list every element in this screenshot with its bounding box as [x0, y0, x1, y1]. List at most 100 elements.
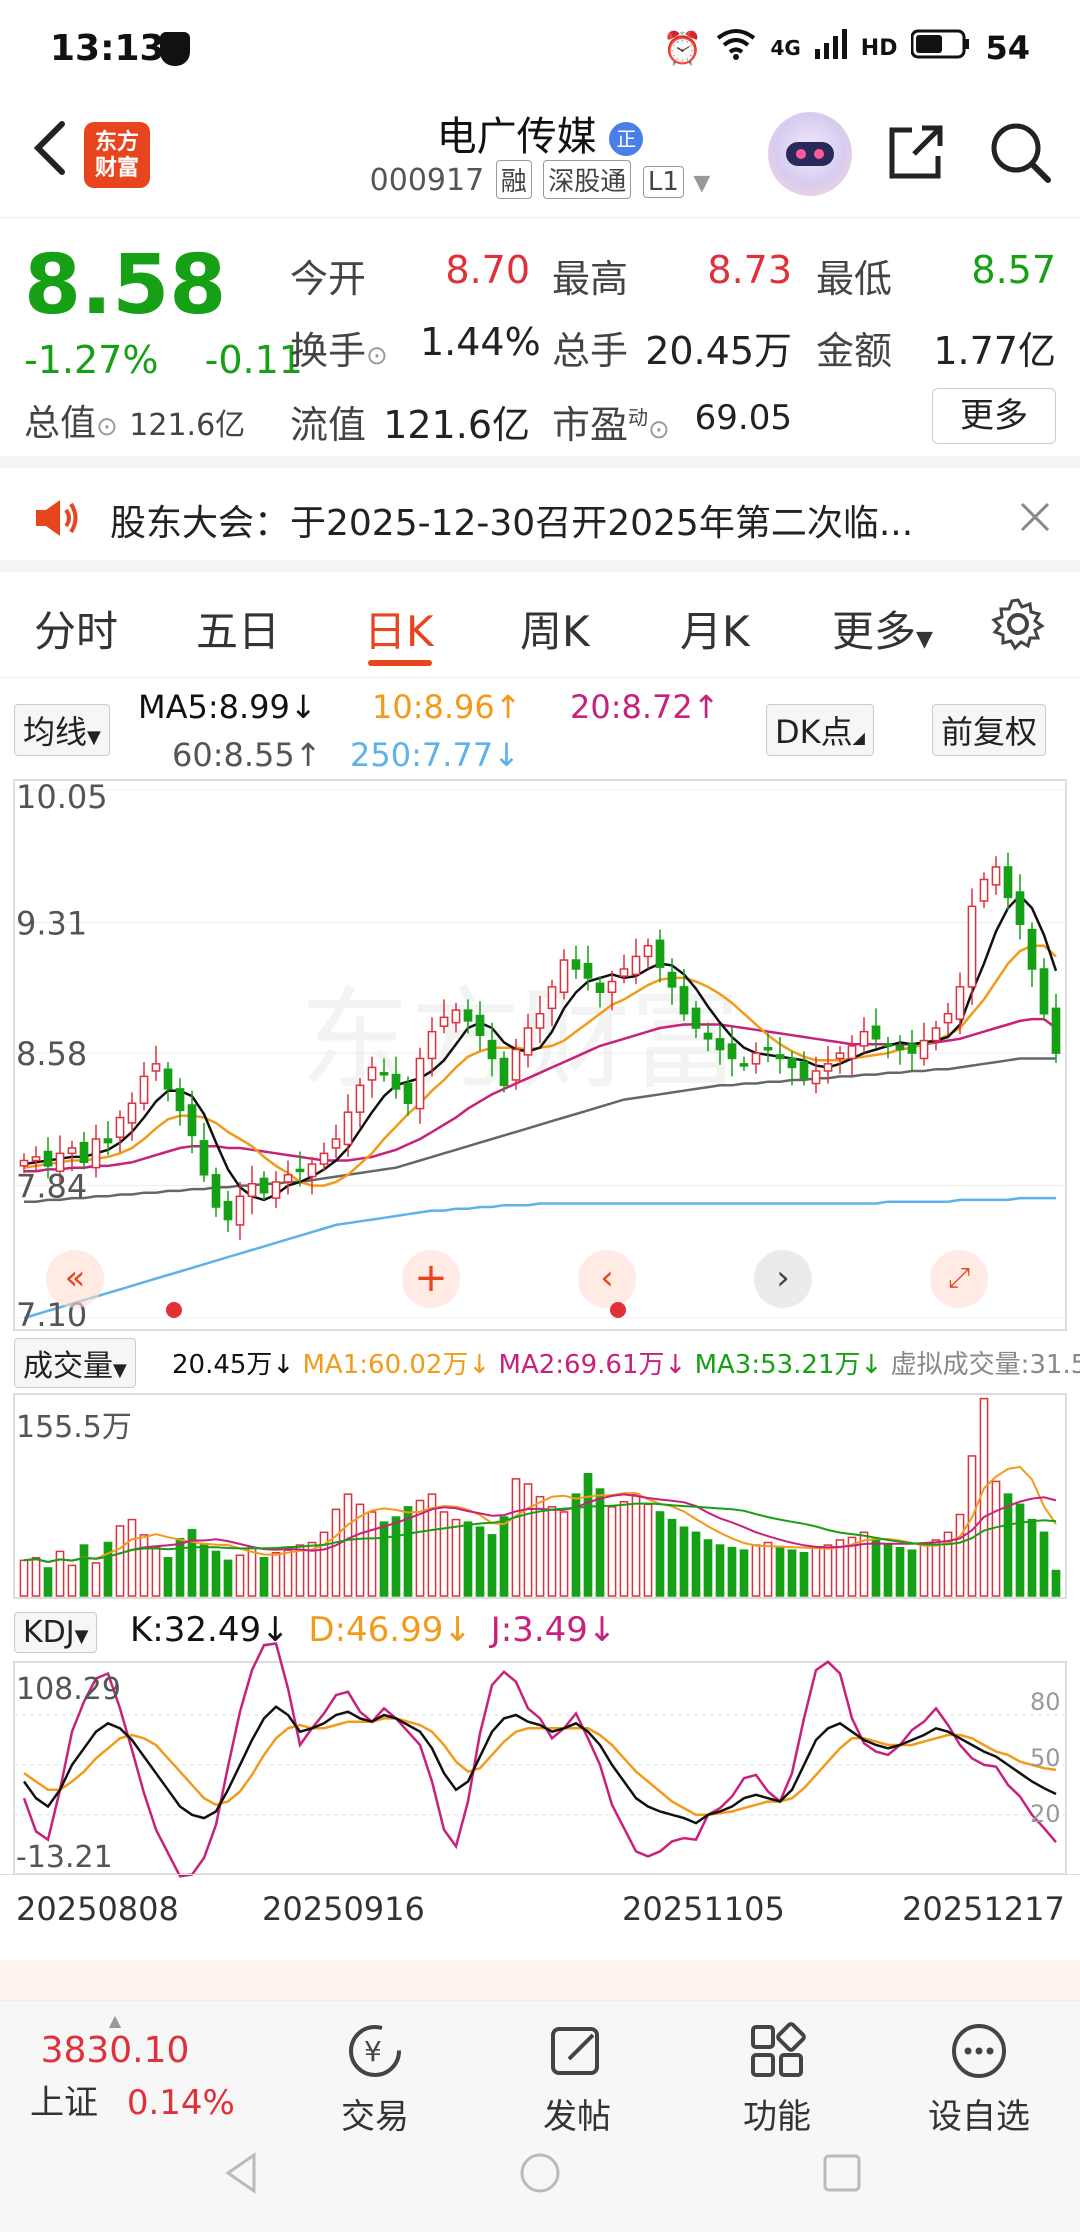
system-recents-icon[interactable]: [820, 2151, 864, 2199]
volume-bar: [55, 1550, 65, 1597]
volume-bar: [163, 1557, 173, 1597]
price-axis-label: 8.58: [16, 1035, 87, 1073]
nav-functions[interactable]: 功能: [702, 2021, 852, 2138]
float-cap-label: 流值: [290, 403, 367, 447]
candle-body: [571, 959, 581, 970]
volume-bar: [643, 1503, 653, 1597]
kdj-select[interactable]: KDJ▼: [14, 1612, 98, 1653]
zoom-in-button[interactable]: +: [402, 1250, 460, 1308]
volume-bar: [295, 1544, 305, 1597]
candle-body: [187, 1104, 197, 1137]
tag-connect: 深股通: [543, 160, 632, 199]
share-icon[interactable]: [884, 120, 948, 184]
candle-body: [175, 1088, 185, 1112]
candle-body: [355, 1084, 365, 1113]
volume-indicator-row: 20.45万↓ MA1:60.02万↓ MA2:69.61万↓ MA3:53.2…: [172, 1344, 1080, 1381]
candle-body: [367, 1066, 377, 1081]
tab-more[interactable]: 更多▼: [832, 598, 933, 659]
volume-bar: [127, 1518, 137, 1597]
candle-body: [79, 1141, 89, 1164]
system-back-icon[interactable]: [222, 2151, 262, 2199]
fullscreen-button[interactable]: ⤢: [930, 1250, 988, 1308]
info-icon[interactable]: ⊙: [366, 341, 388, 371]
candle-body: [895, 1045, 905, 1051]
scroll-left-button[interactable]: «: [46, 1250, 104, 1308]
tab-daily-k[interactable]: 日K: [364, 598, 434, 659]
candle-body: [499, 1057, 509, 1087]
volume-bar: [331, 1508, 341, 1597]
nav-add-watchlist[interactable]: 设自选: [904, 2021, 1054, 2138]
candle-body: [607, 980, 617, 994]
status-icons: ⏰ 4G HD 54: [663, 28, 1030, 68]
active-tab-indicator: [368, 660, 432, 666]
tab-intraday[interactable]: 分时: [34, 598, 118, 659]
candle-body: [859, 1030, 869, 1047]
more-dots-icon: [949, 2021, 1009, 2081]
volume-bar: [91, 1562, 101, 1597]
alarm-icon: ⏰: [662, 29, 703, 67]
candle-body: [547, 986, 557, 1010]
volume-bar: [451, 1518, 461, 1597]
quote-panel: 8.58 -1.27% -0.11 总值⊙ 121.6亿 今开 8.70 最高 …: [0, 218, 1080, 468]
candle-body: [751, 1052, 761, 1065]
candle-body: [31, 1156, 41, 1162]
volume-bar: [619, 1501, 629, 1597]
volume-bar: [43, 1567, 53, 1597]
settings-icon[interactable]: [990, 596, 1046, 656]
candle-body: [955, 986, 965, 1020]
status-bar: 13:13 ⏰ 4G HD 54: [0, 0, 1080, 100]
close-icon[interactable]: [1018, 500, 1052, 538]
tab-five-day[interactable]: 五日: [196, 598, 280, 659]
candle-body: [403, 1082, 413, 1104]
volume-select[interactable]: 成交量▼: [14, 1338, 136, 1388]
trade-icon: ¥: [345, 2021, 405, 2081]
candle-body: [919, 1039, 929, 1060]
candle-body: [991, 866, 1001, 886]
kline-chart[interactable]: 东方财富 10.059.318.587.847.10: [0, 678, 1080, 1960]
volume-bar: [151, 1546, 161, 1597]
more-button[interactable]: 更多: [932, 388, 1056, 444]
volume-bar: [907, 1549, 917, 1597]
candle-body: [259, 1177, 269, 1194]
volume-bar: [727, 1546, 737, 1597]
index-ticker[interactable]: ▲ 3830.10 上证 0.14%: [30, 2011, 235, 2124]
pe-label: 市盈动⊙: [552, 403, 670, 447]
search-icon[interactable]: [986, 118, 1054, 186]
candle-body: [235, 1195, 245, 1226]
volume-bar: [1051, 1569, 1061, 1597]
stock-code: 000917: [369, 163, 485, 198]
volume-bar: [955, 1513, 965, 1597]
kdj-bottom-label: -13.21: [16, 1840, 113, 1875]
tab-weekly-k[interactable]: 周K: [520, 598, 590, 659]
date-label: 20250808: [16, 1890, 179, 1928]
notice-bar[interactable]: 股东大会：于2025-12-30召开2025年第二次临...: [0, 468, 1080, 572]
index-pct: 0.14%: [126, 2083, 235, 2123]
volume-bar: [511, 1478, 521, 1597]
assistant-avatar[interactable]: [768, 112, 852, 196]
event-marker[interactable]: [610, 1302, 626, 1318]
nav-trade[interactable]: ¥ 交易: [300, 2021, 450, 2138]
volume-bar: [967, 1455, 977, 1597]
candle-body: [775, 1054, 785, 1060]
kdj-j: J:3.49: [490, 1610, 588, 1650]
candle-body: [379, 1072, 389, 1076]
candle-body: [823, 1063, 833, 1072]
step-right-button[interactable]: ›: [754, 1250, 812, 1308]
volume-bar: [715, 1544, 725, 1597]
kdj-panel-frame: [13, 1661, 1067, 1875]
candle-body: [283, 1174, 293, 1183]
event-marker[interactable]: [166, 1302, 182, 1318]
step-left-button[interactable]: ‹: [578, 1250, 636, 1308]
volume-bar: [679, 1526, 689, 1597]
index-value: 3830.10: [40, 2030, 190, 2071]
tab-monthly-k[interactable]: 月K: [680, 598, 750, 659]
tag-margin: 融: [495, 160, 532, 199]
system-home-icon[interactable]: [518, 2151, 562, 2199]
candle-body: [391, 1073, 401, 1090]
info-icon[interactable]: ⊙: [648, 415, 670, 445]
volume-bar: [199, 1544, 209, 1597]
price-change: -1.27% -0.11: [24, 338, 303, 382]
volume-bar: [739, 1549, 749, 1597]
info-icon[interactable]: ⊙: [96, 412, 118, 442]
nav-post[interactable]: 发帖: [502, 2021, 652, 2138]
